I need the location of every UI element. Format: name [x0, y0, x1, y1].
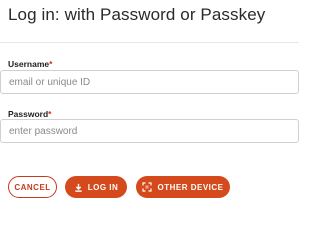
other-device-button-label: OTHER DEVICE	[157, 182, 224, 192]
login-button[interactable]: LOG IN	[65, 176, 127, 198]
qr-code-icon	[142, 182, 153, 192]
cancel-button-label: CANCEL	[14, 182, 51, 192]
username-input[interactable]	[0, 70, 299, 94]
username-required-mark: *	[49, 59, 53, 69]
other-device-button[interactable]: OTHER DEVICE	[136, 176, 230, 198]
password-required-mark: *	[48, 109, 52, 119]
login-button-label: LOG IN	[87, 182, 119, 192]
cancel-button[interactable]: CANCEL	[8, 176, 57, 198]
username-label: Username*	[8, 59, 52, 69]
page-title: Log in: with Password or Passkey	[8, 5, 266, 24]
username-label-text: Username	[8, 59, 50, 69]
password-label: Password*	[8, 109, 51, 119]
header-divider	[0, 42, 299, 43]
password-label-text: Password	[8, 109, 49, 119]
login-icon	[74, 183, 83, 192]
password-input[interactable]	[0, 119, 299, 143]
